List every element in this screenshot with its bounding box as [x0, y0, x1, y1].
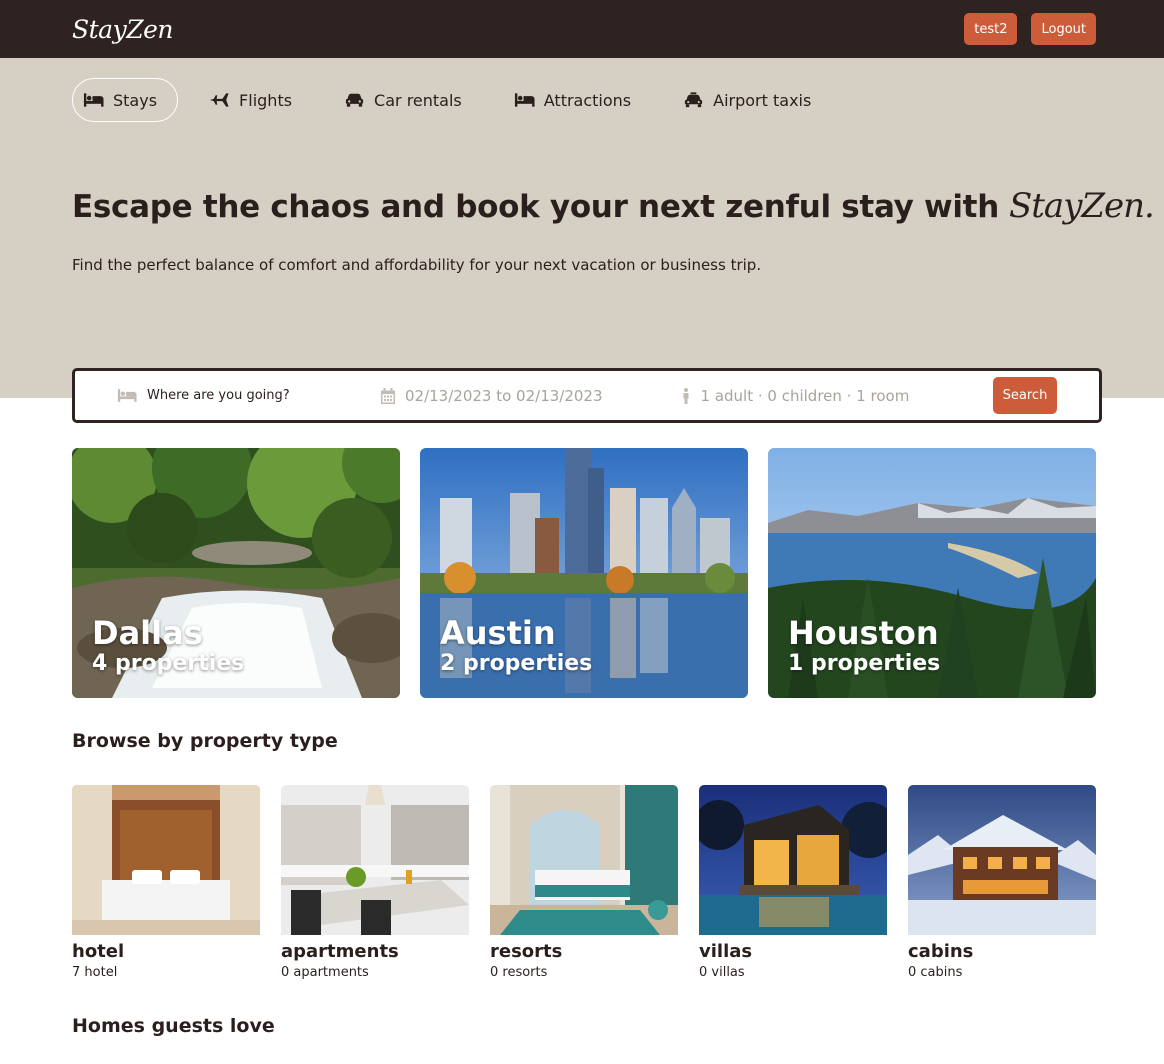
tab-attractions[interactable]: Attractions: [503, 78, 652, 122]
bed-icon: [117, 389, 137, 402]
homes-guests-love-heading: Homes guests love: [72, 1015, 275, 1037]
tab-stays[interactable]: Stays: [72, 78, 179, 122]
property-type-name: hotel: [72, 941, 125, 962]
property-type-name: apartments: [281, 941, 399, 962]
search-button[interactable]: Search: [993, 377, 1057, 414]
tab-label: Attractions: [543, 90, 632, 110]
property-type-count: 0 cabins: [908, 965, 963, 980]
tab-label: Airport taxis: [713, 90, 812, 110]
hero-subline: Find the perfect balance of comfort and …: [72, 256, 762, 274]
city-property-count: 1 properties: [788, 651, 941, 676]
cabins-image: [908, 785, 1096, 935]
city-property-count: 4 properties: [92, 651, 245, 676]
headline-text: Escape the chaos and book your next zenf…: [72, 189, 999, 225]
hero-section: Stays Flights Car rentals Attractions Ai…: [0, 58, 1164, 398]
search-bar: 02/13/2023 to 02/13/2023 1 adult · 0 chi…: [72, 368, 1102, 423]
user-button[interactable]: test2: [964, 13, 1018, 45]
hero-headline: Escape the chaos and book your next zenf…: [72, 186, 1155, 226]
city-name: Austin: [440, 614, 556, 652]
tab-flights[interactable]: Flights: [198, 78, 313, 122]
city-card-dallas[interactable]: Dallas 4 properties: [72, 448, 400, 698]
date-range-text: 02/13/2023 to 02/13/2023: [405, 386, 603, 405]
property-type-count: 0 apartments: [281, 965, 369, 980]
bed-icon: [514, 93, 535, 107]
city-caption: Austin 2 properties: [440, 615, 592, 676]
top-navbar: StayZen test2 Logout: [0, 0, 1164, 58]
property-type-heading: Browse by property type: [72, 730, 338, 752]
property-type-resorts[interactable]: resorts 0 resorts: [490, 785, 678, 980]
city-card-houston[interactable]: Houston 1 properties: [768, 448, 1096, 698]
car-icon: [345, 93, 364, 107]
featured-cities: Dallas 4 properties Austin 2 properties …: [72, 448, 1096, 698]
property-type-count: 0 resorts: [490, 965, 548, 980]
tab-label: Car rentals: [374, 90, 462, 110]
property-type-name: resorts: [490, 941, 563, 962]
city-caption: Houston 1 properties: [788, 615, 940, 676]
property-type-name: villas: [699, 941, 753, 962]
guests-field[interactable]: 1 adult · 0 children · 1 room: [681, 386, 910, 405]
property-type-hotel[interactable]: hotel 7 hotel: [72, 785, 260, 980]
person-icon: [683, 387, 689, 404]
city-card-austin[interactable]: Austin 2 properties: [420, 448, 748, 698]
property-type-name: cabins: [908, 941, 974, 962]
date-range-field[interactable]: 02/13/2023 to 02/13/2023: [381, 387, 603, 405]
tab-label: Flights: [239, 90, 293, 110]
hotel-image: [72, 785, 260, 935]
property-type-count: 0 villas: [699, 965, 745, 980]
destination-input[interactable]: [147, 384, 297, 407]
apartments-image: [281, 785, 469, 935]
tab-label: Stays: [113, 90, 158, 110]
villas-image: [699, 785, 887, 935]
tab-airport-taxis[interactable]: Airport taxis: [672, 78, 832, 122]
category-tabs: Stays Flights Car rentals Attractions Ai…: [72, 78, 1092, 122]
calendar-icon: [381, 387, 395, 404]
stayzen-logo[interactable]: StayZen: [72, 15, 173, 44]
headline-brand: StayZen.: [1008, 186, 1155, 226]
nav-actions: test2 Logout: [964, 13, 1096, 45]
property-type-apartments[interactable]: apartments 0 apartments: [281, 785, 469, 980]
property-type-cabins[interactable]: cabins 0 cabins: [908, 785, 1096, 980]
city-caption: Dallas 4 properties: [92, 615, 244, 676]
property-type-villas[interactable]: villas 0 villas: [699, 785, 887, 980]
city-name: Dallas: [92, 614, 203, 652]
city-property-count: 2 properties: [440, 651, 593, 676]
taxi-icon: [685, 92, 703, 108]
tab-car-rentals[interactable]: Car rentals: [333, 78, 483, 122]
resorts-image: [490, 785, 678, 935]
property-type-list: hotel 7 hotel apartments 0 apartments re…: [72, 785, 1096, 980]
bed-icon: [83, 93, 104, 107]
guests-text: 1 adult · 0 children · 1 room: [700, 386, 910, 405]
destination-field[interactable]: [117, 384, 297, 407]
property-type-count: 7 hotel: [72, 965, 118, 980]
logout-button[interactable]: Logout: [1031, 13, 1096, 45]
city-name: Houston: [788, 614, 939, 652]
plane-icon: [210, 93, 229, 107]
